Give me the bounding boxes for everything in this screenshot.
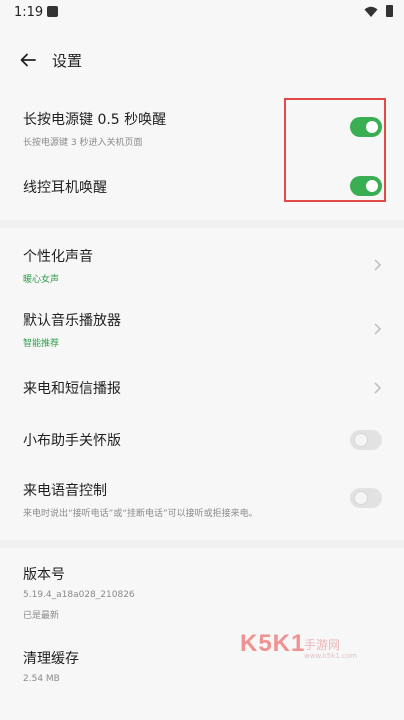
header: 设置 [0,40,404,80]
wifi-icon [364,6,378,17]
version-status: 已是最新 [23,611,60,621]
setting-call-sms-broadcast[interactable]: 来电和短信播报 [0,368,404,408]
battery-icon [386,5,393,17]
chevron-right-icon [374,323,382,335]
setting-care-edition[interactable]: 小布助手关怀版 [0,420,404,460]
setting-title: 默认音乐播放器 [23,313,121,329]
watermark-cn: 手游网 [304,638,341,652]
setting-title: 线控耳机唤醒 [23,180,107,196]
call-voice-control-toggle[interactable] [350,488,382,508]
chevron-right-icon [374,259,382,271]
setting-default-music-player[interactable]: 默认音乐播放器 智能推荐 [0,302,404,358]
setting-subtitle: 长按电源键 3 秒进入关机页面 [23,138,143,148]
care-edition-toggle[interactable] [350,430,382,450]
highlight-annotation [284,98,386,202]
setting-title: 来电和短信播报 [23,381,121,397]
setting-subtitle: 暖心女声 [23,275,60,285]
setting-title: 来电语音控制 [23,483,107,499]
cache-size: 2.54 MB [23,674,60,684]
setting-personalized-voice[interactable]: 个性化声音 暖心女声 [0,238,404,294]
section-divider [0,540,404,548]
setting-call-voice-control[interactable]: 来电语音控制 来电时说出“接听电话”或“挂断电话”可以接听或拒接来电。 [0,472,404,528]
setting-title: 版本号 [23,567,65,583]
page-title: 设置 [52,52,83,70]
watermark-url: www.k5k1.com [304,652,357,660]
setting-title: 清理缓存 [23,651,79,667]
chevron-right-icon [374,382,382,394]
app-notification-icon [47,6,58,17]
version-value: 5.19.4_a18a028_210826 [23,590,135,600]
setting-title: 个性化声音 [23,249,93,265]
toggle-knob [354,433,368,447]
toggle-knob [354,491,368,505]
setting-title: 小布助手关怀版 [23,433,121,449]
status-time: 1:19 [14,5,44,20]
back-arrow-icon[interactable] [18,50,38,70]
setting-subtitle: 智能推荐 [23,339,60,349]
setting-version: 版本号 5.19.4_a18a028_210826 已是最新 [0,556,404,628]
setting-title: 长按电源键 0.5 秒唤醒 [23,112,167,128]
watermark-brand: K5K1 [240,630,306,657]
status-bar: 1:19 [0,0,404,28]
section-divider [0,220,404,228]
setting-subtitle: 来电时说出“接听电话”或“挂断电话”可以接听或拒接来电。 [23,509,258,519]
watermark-logo: K5K1 手游网 www.k5k1.com [240,630,360,666]
